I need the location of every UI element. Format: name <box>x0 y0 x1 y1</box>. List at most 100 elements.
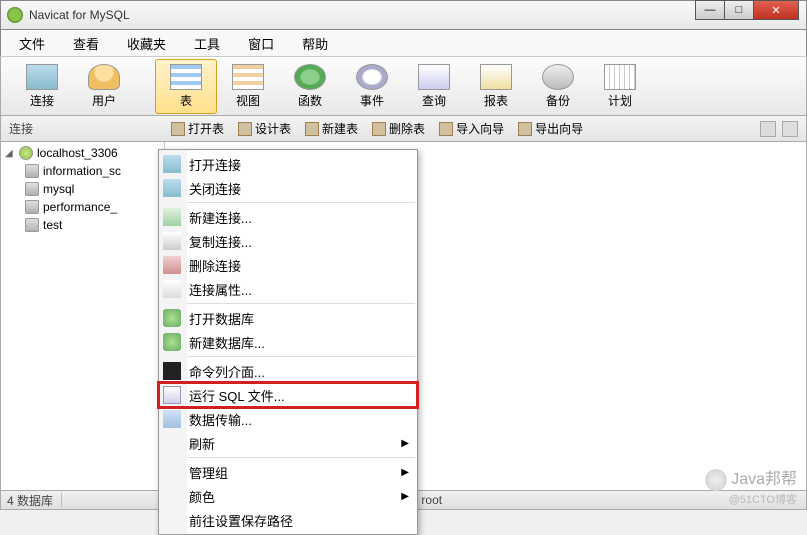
delete-table-button[interactable]: 删除表 <box>366 118 431 139</box>
status-db-count: 4 数据库 <box>7 492 53 509</box>
context-menu: 打开连接 关闭连接 新建连接... 复制连接... 删除连接 连接属性... 打… <box>158 149 418 535</box>
ctx-copy-connection[interactable]: 复制连接... <box>159 229 417 253</box>
tool-schedule-label: 计划 <box>608 94 632 108</box>
ctx-connection-properties[interactable]: 连接属性... <box>159 277 417 301</box>
menu-help[interactable]: 帮助 <box>288 32 342 55</box>
menu-view[interactable]: 查看 <box>59 32 113 55</box>
menu-favorites[interactable]: 收藏夹 <box>113 32 180 55</box>
plug-icon <box>163 179 181 197</box>
ctx-delete-connection[interactable]: 删除连接 <box>159 253 417 277</box>
ctx-label: 刷新 <box>189 434 215 453</box>
table-icon <box>170 64 202 90</box>
import-button[interactable]: 导入向导 <box>433 118 510 139</box>
connection-icon <box>19 146 33 160</box>
plug-icon <box>163 155 181 173</box>
ctx-label: 命令列介面... <box>189 362 265 381</box>
tree-db-2[interactable]: performance_ <box>1 198 164 216</box>
expand-icon[interactable]: ◢ <box>5 148 15 159</box>
database-icon <box>25 218 39 232</box>
refresh-icon <box>163 434 181 452</box>
close-button[interactable]: ✕ <box>753 0 799 20</box>
tool-event[interactable]: 事件 <box>341 60 403 113</box>
ctx-label: 连接属性... <box>189 280 252 299</box>
ctx-label: 打开连接 <box>189 155 241 174</box>
database-icon <box>163 309 181 327</box>
ctx-label: 打开数据库 <box>189 309 254 328</box>
title-bar: Navicat for MySQL <box>0 0 807 30</box>
tool-table-label: 表 <box>180 94 192 108</box>
blank-icon <box>163 511 181 529</box>
ctx-data-transfer[interactable]: 数据传输... <box>159 407 417 431</box>
tool-schedule[interactable]: 计划 <box>589 60 651 113</box>
ctx-label: 数据传输... <box>189 410 252 429</box>
tool-view[interactable]: 视图 <box>217 60 279 113</box>
ctx-open-connection[interactable]: 打开连接 <box>159 152 417 176</box>
tree-db-3[interactable]: test <box>1 216 164 234</box>
design-table-icon <box>238 122 252 136</box>
properties-icon <box>163 280 181 298</box>
tree-db-1[interactable]: mysql <box>1 180 164 198</box>
ctx-label: 删除连接 <box>189 256 241 275</box>
chevron-right-icon: ▶ <box>401 438 409 449</box>
export-button[interactable]: 导出向导 <box>512 118 589 139</box>
chevron-right-icon: ▶ <box>401 491 409 502</box>
open-table-icon <box>171 122 185 136</box>
blank-icon <box>163 487 181 505</box>
db-label: information_sc <box>43 164 121 178</box>
list-view-icon[interactable] <box>782 121 798 137</box>
database-icon <box>25 182 39 196</box>
menu-bar: 文件 查看 收藏夹 工具 窗口 帮助 <box>0 30 807 56</box>
database-icon <box>25 200 39 214</box>
delete-table-label: 删除表 <box>389 120 425 137</box>
ctx-refresh[interactable]: 刷新 ▶ <box>159 431 417 455</box>
new-table-button[interactable]: 新建表 <box>299 118 364 139</box>
menu-window[interactable]: 窗口 <box>234 32 288 55</box>
delete-icon <box>163 256 181 274</box>
ctx-command-line[interactable]: 命令列介面... <box>159 359 417 383</box>
window-controls: — □ ✕ <box>696 0 799 20</box>
ctx-run-sql-file[interactable]: 运行 SQL 文件... <box>159 383 417 407</box>
ctx-new-connection[interactable]: 新建连接... <box>159 205 417 229</box>
ctx-color[interactable]: 颜色▶ <box>159 484 417 508</box>
ctx-label: 运行 SQL 文件... <box>189 386 285 405</box>
copy-icon <box>163 232 181 250</box>
ctx-close-connection[interactable]: 关闭连接 <box>159 176 417 200</box>
tool-backup-label: 备份 <box>546 94 570 108</box>
tool-table[interactable]: 表 <box>155 59 217 114</box>
tool-function-label: 函数 <box>298 94 322 108</box>
maximize-button[interactable]: □ <box>724 0 754 20</box>
database-icon <box>25 164 39 178</box>
app-icon <box>7 7 23 23</box>
design-table-button[interactable]: 设计表 <box>232 118 297 139</box>
menu-file[interactable]: 文件 <box>5 32 59 55</box>
new-icon <box>163 208 181 226</box>
tool-user-label: 用户 <box>92 94 116 108</box>
backup-icon <box>542 64 574 90</box>
export-icon <box>518 122 532 136</box>
tool-user[interactable]: 用户 <box>73 60 135 113</box>
ctx-goto-path[interactable]: 前往设置保存路径 <box>159 508 417 532</box>
search-icon[interactable] <box>760 121 776 137</box>
delete-table-icon <box>372 122 386 136</box>
open-table-button[interactable]: 打开表 <box>165 118 230 139</box>
tool-query[interactable]: 查询 <box>403 60 465 113</box>
ctx-label: 新建数据库... <box>189 333 265 352</box>
database-new-icon <box>163 333 181 351</box>
tool-function[interactable]: 函数 <box>279 60 341 113</box>
connect-icon <box>26 64 58 90</box>
user-icon <box>88 64 120 90</box>
tree-connection[interactable]: ◢ localhost_3306 <box>1 144 164 162</box>
menu-tools[interactable]: 工具 <box>180 32 234 55</box>
export-label: 导出向导 <box>535 120 583 137</box>
tree-db-0[interactable]: information_sc <box>1 162 164 180</box>
tool-view-label: 视图 <box>236 94 260 108</box>
ctx-label: 新建连接... <box>189 208 252 227</box>
tool-backup[interactable]: 备份 <box>527 60 589 113</box>
ctx-new-database[interactable]: 新建数据库... <box>159 330 417 354</box>
ctx-manage-group[interactable]: 管理组▶ <box>159 460 417 484</box>
separator <box>187 303 415 304</box>
ctx-open-database[interactable]: 打开数据库 <box>159 306 417 330</box>
minimize-button[interactable]: — <box>695 0 725 20</box>
tool-connect[interactable]: 连接 <box>11 60 73 113</box>
tool-report[interactable]: 报表 <box>465 60 527 113</box>
